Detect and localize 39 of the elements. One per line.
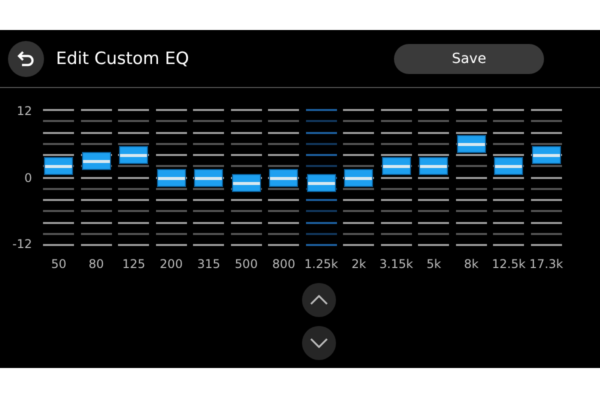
band-label: 315 bbox=[197, 257, 220, 271]
slider-knob[interactable] bbox=[532, 146, 561, 164]
band-label: 80 bbox=[88, 257, 104, 271]
band-label: 500 bbox=[234, 257, 258, 271]
slider-knob[interactable] bbox=[344, 168, 374, 186]
slider-knob[interactable] bbox=[156, 168, 186, 186]
band-label: 200 bbox=[160, 257, 183, 271]
band-label: 800 bbox=[272, 257, 296, 271]
slider-knob[interactable] bbox=[269, 168, 298, 186]
slider-knob[interactable] bbox=[494, 157, 524, 176]
band-label: 8k bbox=[464, 257, 479, 271]
axis-label: 0 bbox=[24, 170, 32, 184]
chevron-down-icon bbox=[310, 338, 328, 348]
band-label: 5k bbox=[426, 257, 442, 271]
slider-knob[interactable] bbox=[232, 174, 261, 192]
back-icon bbox=[17, 50, 35, 66]
band-label: 1.25k bbox=[304, 257, 338, 271]
slider-knob[interactable] bbox=[119, 146, 148, 164]
slider-knob[interactable] bbox=[194, 168, 224, 186]
slider-knob[interactable] bbox=[419, 157, 448, 176]
slider-knob[interactable] bbox=[306, 174, 336, 192]
band-label: 3.15k bbox=[379, 257, 414, 271]
down-button[interactable] bbox=[302, 326, 336, 360]
slider-knob[interactable] bbox=[382, 157, 411, 176]
band-label: 2k bbox=[351, 257, 366, 271]
axis-label: 12 bbox=[16, 104, 32, 118]
page-title: Edit Custom EQ bbox=[56, 48, 189, 68]
chevron-up-icon bbox=[310, 295, 328, 305]
up-button[interactable] bbox=[302, 283, 336, 317]
band-label: 17.3k bbox=[529, 257, 564, 271]
band-label: 125 bbox=[122, 257, 146, 271]
save-button[interactable]: Save bbox=[394, 44, 544, 74]
band-label: 50 bbox=[51, 257, 66, 271]
axis-label: -12 bbox=[12, 237, 32, 251]
slider-knob[interactable] bbox=[82, 152, 111, 170]
slider-knob[interactable] bbox=[44, 157, 74, 176]
back-button[interactable] bbox=[8, 40, 44, 76]
band-label: 12.5k bbox=[492, 257, 526, 271]
slider-knob[interactable] bbox=[456, 134, 486, 153]
